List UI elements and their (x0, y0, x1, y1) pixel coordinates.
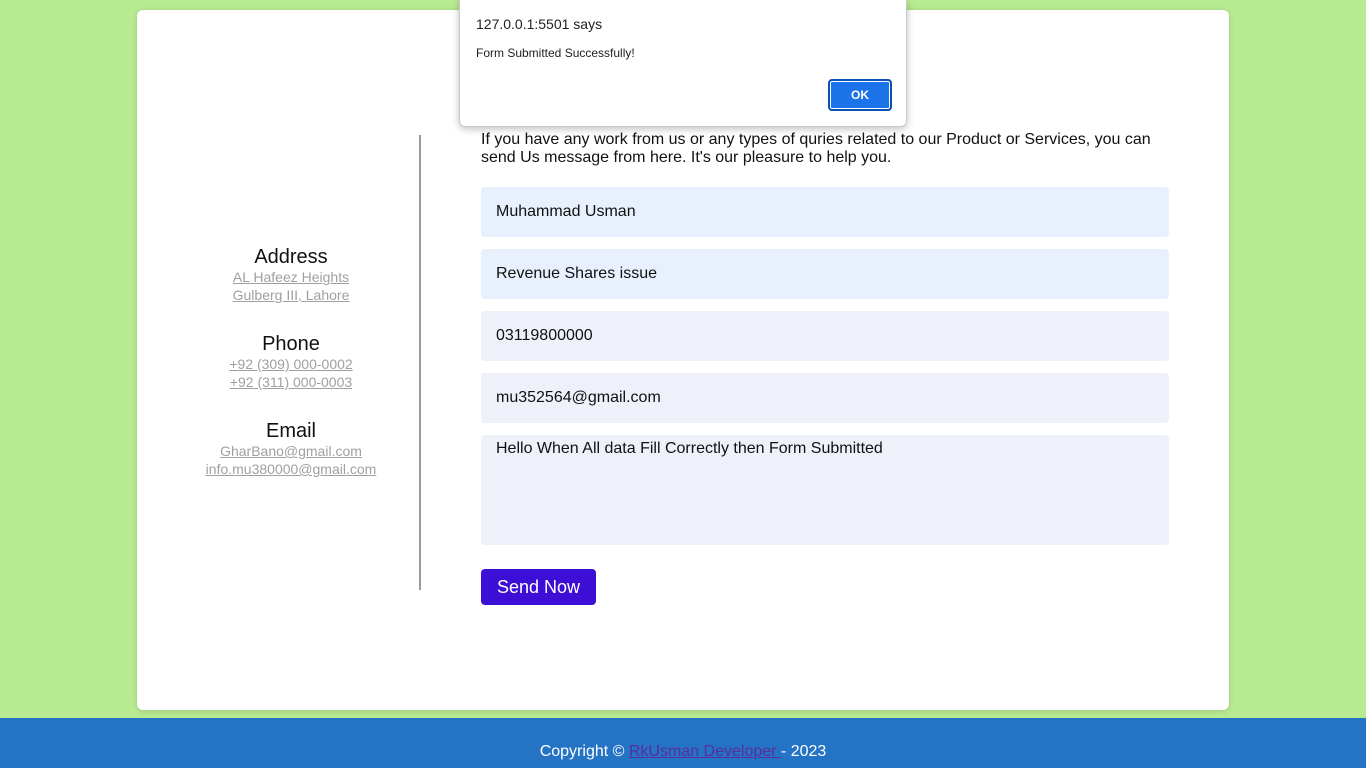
footer: Copyright © RkUsman Developer - 2023 (0, 718, 1366, 768)
email-title: Email (265, 420, 316, 442)
form-intro-text: If you have any work from us or any type… (481, 131, 1151, 166)
phone-block: Phone +92 (309) 000-0002 +92 (311) 000-0… (141, 333, 441, 391)
email-link-1[interactable]: GharBano@gmail.com (141, 442, 441, 460)
phone-title: Phone (262, 333, 320, 355)
footer-developer-link[interactable]: RkUsman Developer (629, 743, 781, 760)
name-input[interactable] (481, 187, 1169, 237)
vertical-divider (419, 135, 421, 590)
phone-link-1[interactable]: +92 (309) 000-0002 (141, 355, 441, 373)
address-line-1[interactable]: AL Hafeez Heights (141, 268, 441, 286)
email-block: Email GharBano@gmail.com info.mu380000@g… (141, 420, 441, 478)
send-now-button[interactable]: Send Now (481, 569, 596, 605)
phone-link-2[interactable]: +92 (311) 000-0003 (141, 373, 441, 391)
email-link-2[interactable]: info.mu380000@gmail.com (141, 460, 441, 478)
dialog-origin-text: 127.0.0.1:5501 says (476, 16, 603, 32)
address-line-2[interactable]: Gulberg III, Lahore (141, 286, 441, 304)
footer-copyright-prefix: Copyright © (539, 743, 629, 760)
dialog-message: Form Submitted Successfully! (476, 46, 635, 60)
dialog-ok-button[interactable]: OK (828, 79, 892, 111)
footer-year: - 2023 (780, 743, 827, 760)
subject-input[interactable] (481, 249, 1169, 299)
address-title: Address (254, 246, 328, 268)
address-block: Address AL Hafeez Heights Gulberg III, L… (141, 246, 441, 304)
alert-dialog: 127.0.0.1:5501 says Form Submitted Succe… (459, 0, 907, 127)
message-textarea[interactable]: Hello When All data Fill Correctly then … (481, 435, 1169, 545)
phone-input[interactable] (481, 311, 1169, 361)
email-input[interactable] (481, 373, 1169, 423)
